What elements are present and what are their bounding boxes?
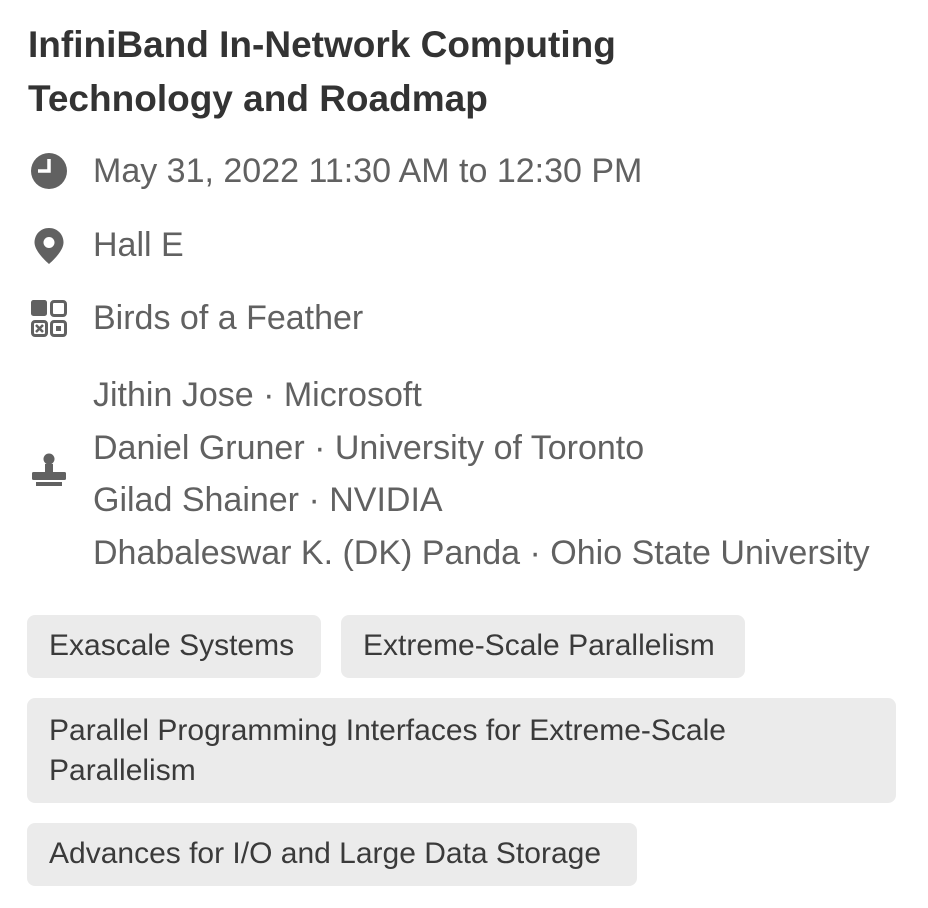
presenters-row: Jithin Jose · Microsoft Daniel Gruner · … <box>0 369 928 579</box>
tag-chip[interactable]: Exascale Systems <box>27 615 321 678</box>
presenter-item[interactable]: Daniel Gruner · University of Toronto <box>93 422 870 475</box>
clock-icon <box>31 153 67 189</box>
session-time-row: May 31, 2022 11:30 AM to 12:30 PM <box>0 151 928 191</box>
location-pin-icon <box>34 228 64 264</box>
session-room: Hall E <box>93 226 184 264</box>
category-grid-icon <box>31 300 67 337</box>
presenter-list: Jithin Jose · Microsoft Daniel Gruner · … <box>93 369 870 579</box>
tag-chip[interactable]: Parallel Programming Interfaces for Extr… <box>27 698 896 803</box>
tag-chip[interactable]: Advances for I/O and Large Data Storage <box>27 823 637 886</box>
presenter-podium-icon <box>32 453 66 486</box>
tag-chip[interactable]: Extreme-Scale Parallelism <box>341 615 745 678</box>
session-type: Birds of a Feather <box>93 299 364 337</box>
presenter-item[interactable]: Jithin Jose · Microsoft <box>93 369 870 422</box>
session-title: InfiniBand In-Network Computing Technolo… <box>28 18 888 126</box>
session-time: May 31, 2022 11:30 AM to 12:30 PM <box>93 152 643 190</box>
session-title-line-1: InfiniBand In-Network Computing <box>28 24 616 65</box>
session-room-row: Hall E <box>0 225 928 265</box>
presenter-item[interactable]: Dhabaleswar K. (DK) Panda · Ohio State U… <box>93 527 870 580</box>
presenter-item[interactable]: Gilad Shainer · NVIDIA <box>93 474 870 527</box>
session-type-row: Birds of a Feather <box>0 298 928 338</box>
session-title-line-2: Technology and Roadmap <box>28 78 488 119</box>
